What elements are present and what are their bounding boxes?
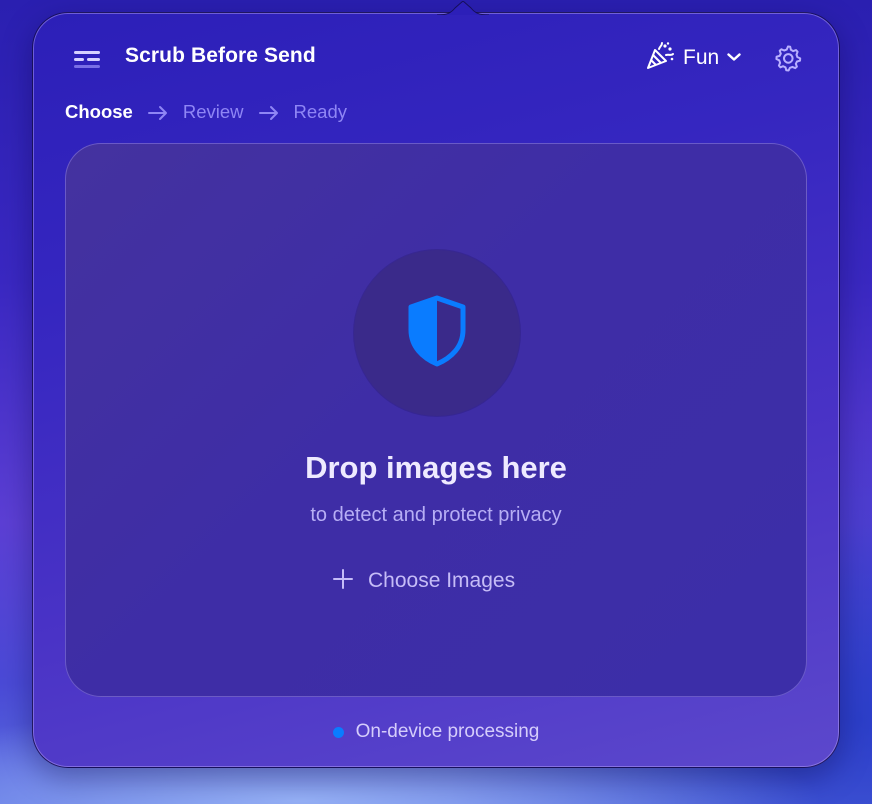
step-review: Review: [182, 101, 244, 122]
mode-selector[interactable]: Fun: [645, 41, 741, 76]
shield-icon: [405, 294, 469, 373]
step-choose: Choose: [65, 101, 133, 122]
drop-title: Drop images here: [305, 450, 567, 485]
choose-images-label: Choose Images: [368, 569, 516, 592]
status-footer: On-device processing: [33, 718, 839, 746]
step-indicator: Choose Review Ready: [65, 99, 347, 125]
arrow-right-icon: [147, 104, 169, 120]
shield-badge: [354, 250, 520, 416]
image-drop-zone[interactable]: Drop images here to detect and protect p…: [65, 143, 807, 697]
settings-button[interactable]: [773, 43, 803, 73]
choose-images-button[interactable]: Choose Images: [332, 564, 515, 598]
mode-label: Fun: [683, 46, 720, 69]
status-dot: [332, 726, 344, 738]
plus-icon: [332, 568, 354, 595]
popover-arrow: [437, 1, 489, 15]
sidebar-menu-icon: [74, 50, 100, 54]
party-popper-icon: [645, 41, 675, 76]
sidebar-menu-button[interactable]: [74, 46, 104, 72]
arrow-right-icon: [258, 104, 280, 120]
step-ready: Ready: [293, 101, 347, 122]
status-text: On-device processing: [355, 721, 540, 742]
app-title: Scrub Before Send: [125, 44, 316, 67]
gear-icon: [773, 45, 803, 77]
chevron-down-icon: [727, 49, 741, 67]
drop-subtitle: to detect and protect privacy: [310, 504, 562, 526]
app-popover: Scrub Before Send Fun Choose Review Read…: [32, 1, 840, 768]
